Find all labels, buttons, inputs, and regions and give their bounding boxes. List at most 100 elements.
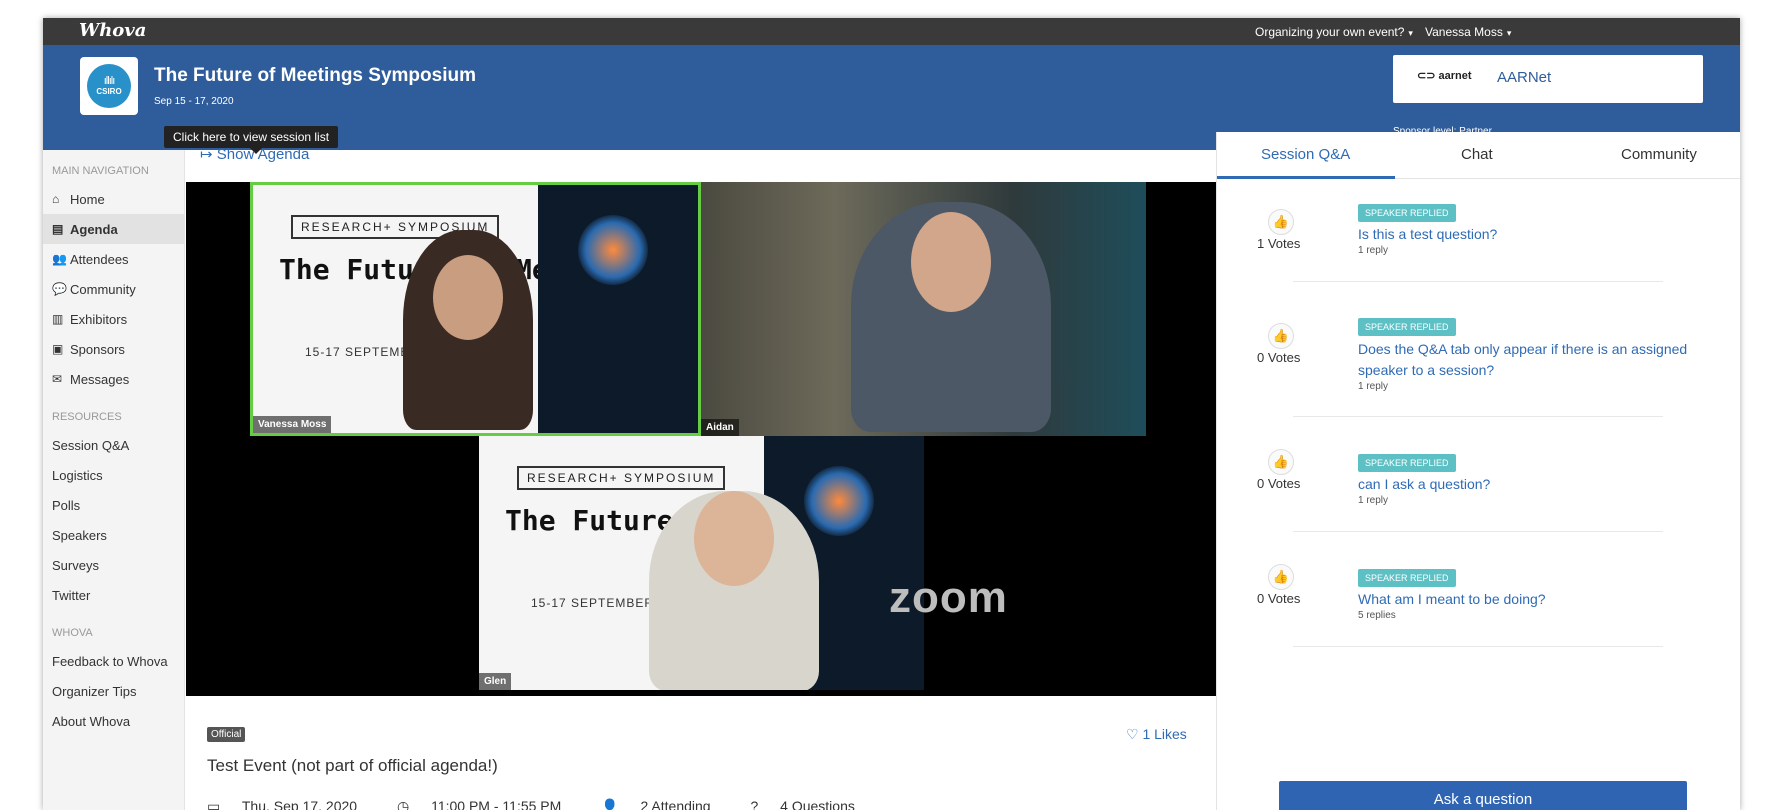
sidebar-item-community[interactable]: 💬 Community	[43, 274, 185, 304]
event-dates: Sep 15 - 17, 2020	[154, 96, 234, 107]
speaker-replied-badge: SPEAKER REPLIED	[1358, 318, 1456, 336]
calendar-icon: ▭	[207, 798, 221, 810]
clock-icon: ◷	[396, 798, 410, 810]
sidebar-item-polls[interactable]: Polls	[43, 490, 185, 520]
sidebar-item-speakers[interactable]: Speakers	[43, 520, 185, 550]
session-time: ◷ 11:00 PM - 11:55 PM	[397, 798, 579, 810]
home-icon: ⌂	[52, 192, 60, 206]
vote-count: 0 Votes	[1257, 476, 1301, 491]
session-date: ▭ Thu, Sep 17, 2020	[207, 798, 375, 810]
session-title: Test Event (not part of official agenda!…	[207, 756, 498, 775]
reply-count[interactable]: 1 reply	[1358, 381, 1388, 392]
event-title[interactable]: The Future of Meetings Symposium	[154, 65, 476, 87]
questions-count[interactable]: ? 4 Questions	[750, 798, 872, 810]
speaker-replied-badge: SPEAKER REPLIED	[1358, 204, 1456, 222]
caret-down-icon: ▾	[1506, 28, 1512, 38]
speaker-replied-badge: SPEAKER REPLIED	[1358, 569, 1456, 587]
divider	[1293, 646, 1663, 647]
participant-name-tag: Aidan	[701, 419, 739, 436]
badge-icon: ▣	[52, 342, 64, 356]
video-tile-vanessa[interactable]: RESEARCH+ SYMPOSIUM The Future of Meetin…	[250, 182, 701, 436]
tab-session-qa[interactable]: Session Q&A	[1261, 146, 1350, 163]
question-text[interactable]: Does the Q&A tab only appear if there is…	[1358, 339, 1728, 381]
reply-count[interactable]: 1 reply	[1358, 245, 1388, 256]
ask-question-button[interactable]: Ask a question	[1279, 781, 1687, 810]
participant-name-tag: Vanessa Moss	[253, 416, 332, 433]
sidebar-item-session-qa[interactable]: Session Q&A	[43, 430, 185, 460]
csiro-logo-icon: ıllılı CSIRO	[87, 64, 131, 108]
vote-count: 0 Votes	[1257, 350, 1301, 365]
reply-count[interactable]: 1 reply	[1358, 495, 1388, 506]
reply-count[interactable]: 5 replies	[1358, 610, 1396, 621]
user-menu[interactable]: Vanessa Moss ▾	[1425, 25, 1511, 39]
show-agenda-link[interactable]: ↦ Show Agenda	[200, 145, 309, 163]
whova-logo[interactable]: Whova	[79, 20, 146, 41]
sidebar-item-exhibitors[interactable]: ▥ Exhibitors	[43, 304, 185, 334]
session-meta: ▭ Thu, Sep 17, 2020 ◷ 11:00 PM - 11:55 P…	[207, 798, 891, 810]
sidebar-item-about-whova[interactable]: About Whova	[43, 706, 185, 736]
likes-button[interactable]: ♡ 1 Likes	[1126, 726, 1187, 743]
chat-bubbles-icon: 💬	[52, 282, 67, 296]
aarnet-logo: ⊂⊃ aarnet	[1417, 70, 1472, 82]
sidebar-item-messages[interactable]: ✉ Messages	[43, 364, 185, 394]
top-bar: Whova Organizing your own event? ▾ Vaness…	[43, 18, 1740, 45]
question-icon: ?	[750, 798, 759, 810]
vote-count: 0 Votes	[1257, 591, 1301, 606]
question-text[interactable]: Is this a test question?	[1358, 224, 1728, 245]
sidebar-item-logistics[interactable]: Logistics	[43, 460, 185, 490]
video-tile-glen[interactable]: RESEARCH+ SYMPOSIUM The Future of Meetin…	[479, 436, 924, 690]
participant-video	[403, 230, 533, 430]
official-badge: Official	[207, 727, 246, 742]
arrow-right-icon: ↦	[200, 146, 213, 163]
sidebar-item-feedback[interactable]: Feedback to Whova	[43, 646, 185, 676]
sponsor-name: AARNet	[1497, 69, 1552, 86]
video-stream[interactable]: RESEARCH+ SYMPOSIUM The Future of Meetin…	[186, 182, 1216, 696]
main-navigation-heading: MAIN NAVIGATION	[52, 165, 149, 177]
people-icon: 👥	[52, 252, 67, 266]
panel-tabs: Session Q&A Chat Community	[1217, 132, 1740, 179]
divider	[1293, 416, 1663, 417]
zoom-logo: zoom	[889, 573, 1008, 622]
user-check-icon: 👤	[601, 798, 619, 810]
right-panel: Session Q&A Chat Community 👍 1 Votes SPE…	[1216, 132, 1740, 810]
slide-artwork	[538, 185, 698, 433]
attending-count[interactable]: 👤 2 Attending	[601, 798, 728, 810]
participant-video	[649, 491, 819, 690]
sidebar-item-home[interactable]: ⌂ Home	[43, 184, 185, 214]
vote-count: 1 Votes	[1257, 236, 1301, 251]
aarnet-logo-icon: ⊂⊃	[1417, 70, 1436, 82]
sidebar-item-twitter[interactable]: Twitter	[43, 580, 185, 610]
caret-down-icon: ▾	[1408, 28, 1413, 38]
tab-community[interactable]: Community	[1621, 146, 1697, 163]
sidebar-item-organizer-tips[interactable]: Organizer Tips	[43, 676, 185, 706]
participant-video	[851, 202, 1051, 432]
sidebar-item-surveys[interactable]: Surveys	[43, 550, 185, 580]
heart-icon: ♡	[1126, 726, 1139, 742]
active-tab-indicator	[1217, 176, 1395, 179]
whova-heading: WHOVA	[52, 627, 93, 639]
speaker-replied-badge: SPEAKER REPLIED	[1358, 454, 1456, 472]
building-icon: ▥	[52, 312, 64, 326]
tab-chat[interactable]: Chat	[1461, 146, 1493, 163]
video-tile-aidan[interactable]: Aidan	[701, 182, 1146, 436]
app-window: Whova Organizing your own event? ▾ Vaness…	[43, 18, 1740, 810]
divider	[1293, 281, 1663, 282]
slide-tag: RESEARCH+ SYMPOSIUM	[517, 466, 726, 490]
question-text[interactable]: can I ask a question?	[1358, 474, 1728, 495]
thumbs-up-icon[interactable]: 👍	[1268, 564, 1294, 590]
organizing-menu[interactable]: Organizing your own event? ▾	[1255, 25, 1413, 39]
question-text[interactable]: What am I meant to be doing?	[1358, 589, 1728, 610]
thumbs-up-icon[interactable]: 👍	[1268, 449, 1294, 475]
sidebar-item-agenda[interactable]: ▤ Agenda	[43, 214, 185, 244]
calendar-icon: ▤	[52, 222, 64, 236]
thumbs-up-icon[interactable]: 👍	[1268, 209, 1294, 235]
participant-name-tag: Glen	[479, 673, 512, 690]
sponsor-banner[interactable]: ⊂⊃ aarnet AARNet	[1393, 55, 1703, 103]
divider	[1293, 531, 1663, 532]
envelope-icon: ✉	[52, 372, 63, 386]
resources-heading: RESOURCES	[52, 411, 122, 423]
sidebar-item-sponsors[interactable]: ▣ Sponsors	[43, 334, 185, 364]
sidebar-item-attendees[interactable]: 👥 Attendees	[43, 244, 185, 274]
thumbs-up-icon[interactable]: 👍	[1268, 323, 1294, 349]
event-logo[interactable]: ıllılı CSIRO	[80, 57, 138, 115]
